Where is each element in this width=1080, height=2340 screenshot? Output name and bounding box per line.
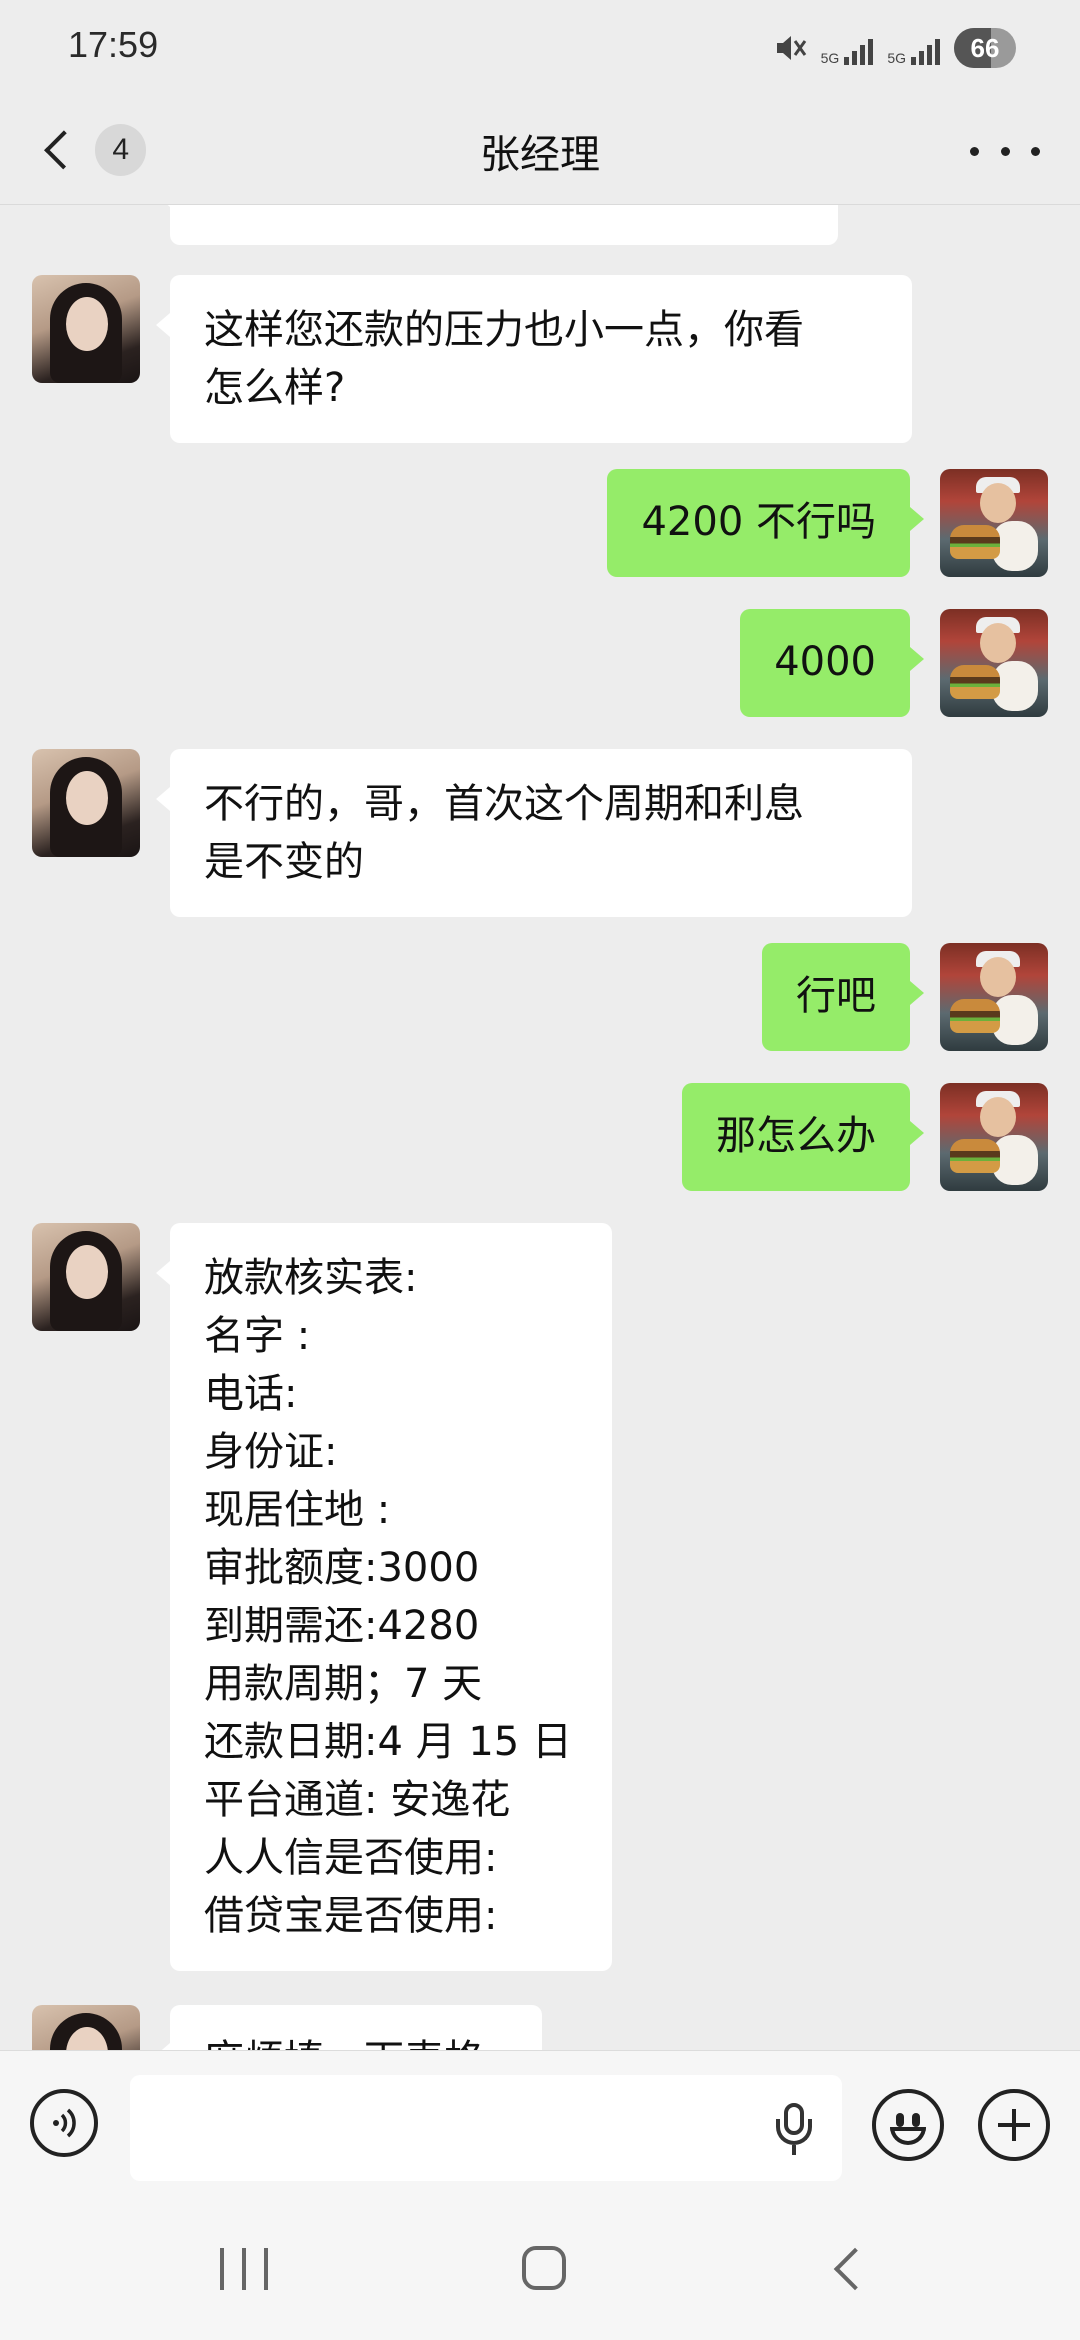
- signal-5g-icon-2: 5G: [887, 31, 940, 65]
- my-avatar[interactable]: [940, 609, 1048, 717]
- message-input[interactable]: [130, 2075, 842, 2181]
- status-time: 17:59: [68, 24, 159, 65]
- message-bubble-incoming[interactable]: 4280: [156, 205, 838, 245]
- recent-apps-icon[interactable]: [220, 2248, 268, 2290]
- message-bubble-incoming[interactable]: 不行的，哥，首次这个周期和利息 是不变的: [156, 749, 912, 917]
- more-icon[interactable]: [970, 126, 1040, 176]
- message-bubble-incoming[interactable]: 麻烦填一下表格: [156, 2005, 542, 2050]
- back-icon[interactable]: [833, 2247, 877, 2291]
- message-list[interactable]: 4280 这样您还款的压力也小一点，你看 怎么样? 4200 不行吗 4000 …: [0, 205, 1080, 2050]
- chat-title: 张经理: [480, 132, 600, 178]
- chat-header: 4 张经理: [0, 96, 1080, 205]
- home-icon[interactable]: [522, 2246, 566, 2290]
- voice-icon[interactable]: [30, 2089, 98, 2157]
- status-bar: 17:59 5G 5G 66: [0, 0, 1080, 96]
- signal-5g-icon-1: 5G: [821, 31, 874, 65]
- my-avatar[interactable]: [940, 943, 1048, 1051]
- contact-avatar[interactable]: [32, 749, 140, 857]
- emoji-icon[interactable]: [872, 2089, 944, 2161]
- status-icons: 5G 5G 66: [773, 26, 1016, 70]
- mute-icon: [776, 36, 806, 60]
- contact-avatar[interactable]: [32, 1223, 140, 1331]
- plus-icon[interactable]: [978, 2089, 1050, 2161]
- my-avatar[interactable]: [940, 1083, 1048, 1191]
- voice-wave-icon: [53, 2108, 76, 2138]
- system-navigation-bar: [0, 2200, 1080, 2340]
- my-avatar[interactable]: [940, 469, 1048, 577]
- microphone-icon[interactable]: [776, 2103, 812, 2155]
- message-bubble-incoming[interactable]: 放款核实表: 名字 : 电话: 身份证: 现居住地 : 审批额度:3000 到期…: [156, 1223, 612, 1971]
- message-bubble-outgoing[interactable]: 4200 不行吗: [607, 469, 924, 577]
- input-bar: [0, 2050, 1080, 2201]
- message-bubble-outgoing[interactable]: 那怎么办: [682, 1083, 924, 1191]
- battery-icon: 66: [954, 28, 1016, 68]
- contact-avatar[interactable]: [32, 2005, 140, 2050]
- contact-avatar[interactable]: [32, 275, 140, 383]
- message-bubble-outgoing[interactable]: 4000: [740, 609, 924, 717]
- message-bubble-incoming[interactable]: 这样您还款的压力也小一点，你看 怎么样?: [156, 275, 912, 443]
- message-bubble-outgoing[interactable]: 行吧: [762, 943, 924, 1051]
